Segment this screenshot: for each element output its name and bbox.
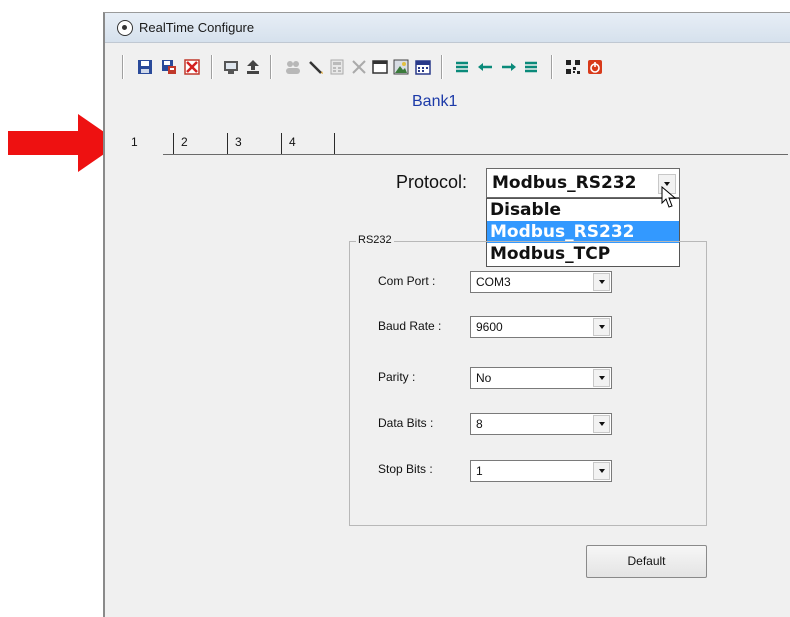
image-icon[interactable]: [393, 59, 409, 75]
save-as-icon[interactable]: [161, 59, 177, 75]
parity-value: No: [476, 371, 492, 385]
data-bits-select[interactable]: 8: [470, 413, 612, 435]
calendar-icon[interactable]: [415, 59, 431, 75]
monitor-icon[interactable]: [223, 59, 239, 75]
com-port-label: Com Port :: [378, 274, 436, 288]
qr-code-icon[interactable]: [565, 59, 581, 75]
protocol-option-disable[interactable]: Disable: [487, 199, 679, 221]
data-bits-label: Data Bits :: [378, 416, 434, 430]
stop-bits-select[interactable]: 1: [470, 460, 612, 482]
rs232-group-label: RS232: [356, 234, 394, 246]
baud-rate-value: 9600: [476, 320, 503, 334]
save-icon[interactable]: [137, 59, 153, 75]
toolbar: [105, 43, 790, 91]
tab-3[interactable]: 3: [227, 133, 277, 155]
chevron-down-icon[interactable]: [593, 369, 610, 387]
delete-icon[interactable]: [184, 59, 200, 75]
toolbar-separator: [270, 55, 272, 79]
window-title: RealTime Configure: [139, 20, 255, 35]
tab-2[interactable]: 2: [173, 133, 223, 155]
protocol-value: Modbus_RS232: [492, 173, 637, 193]
parity-label: Parity :: [378, 370, 416, 384]
title-bar: RealTime Configure: [105, 13, 790, 43]
chevron-down-icon[interactable]: [593, 318, 610, 336]
window-icon[interactable]: [372, 59, 388, 75]
protocol-option-modbus-rs232[interactable]: Modbus_RS232: [487, 221, 679, 243]
default-button[interactable]: Default: [586, 545, 707, 578]
previous-icon[interactable]: [477, 59, 493, 75]
power-icon[interactable]: [587, 59, 603, 75]
chevron-down-icon[interactable]: [593, 462, 610, 480]
users-icon: [286, 61, 300, 74]
stop-bits-label: Stop Bits :: [378, 462, 433, 476]
baud-rate-label: Baud Rate :: [378, 319, 442, 333]
chevron-down-icon[interactable]: [593, 273, 610, 291]
toolbar-separator: [122, 55, 124, 79]
calculator-icon: [330, 59, 344, 75]
chevron-down-icon[interactable]: [593, 415, 610, 433]
com-port-select[interactable]: COM3: [470, 271, 612, 293]
tab-4[interactable]: 4: [281, 133, 331, 155]
stop-bits-value: 1: [476, 464, 483, 478]
mouse-cursor-icon: [661, 186, 677, 208]
first-icon[interactable]: [454, 59, 470, 75]
tab-baseline: [163, 154, 788, 155]
baud-rate-select[interactable]: 9600: [470, 316, 612, 338]
protocol-label: Protocol:: [396, 172, 468, 192]
app-icon: [117, 20, 133, 36]
upload-icon[interactable]: [245, 59, 261, 75]
toolbar-separator: [551, 55, 553, 79]
data-bits-value: 8: [476, 417, 483, 431]
pencil-icon[interactable]: [308, 59, 324, 75]
protocol-select[interactable]: Modbus_RS232: [486, 168, 680, 198]
tab-1[interactable]: 1: [124, 133, 172, 155]
next-icon[interactable]: [501, 59, 517, 75]
com-port-value: COM3: [476, 275, 511, 289]
last-icon[interactable]: [523, 59, 539, 75]
toolbar-separator: [211, 55, 213, 79]
bank-title: Bank1: [412, 93, 458, 110]
tools-icon: [352, 60, 366, 74]
tab-divider: [334, 133, 335, 155]
parity-select[interactable]: No: [470, 367, 612, 389]
toolbar-separator: [441, 55, 443, 79]
